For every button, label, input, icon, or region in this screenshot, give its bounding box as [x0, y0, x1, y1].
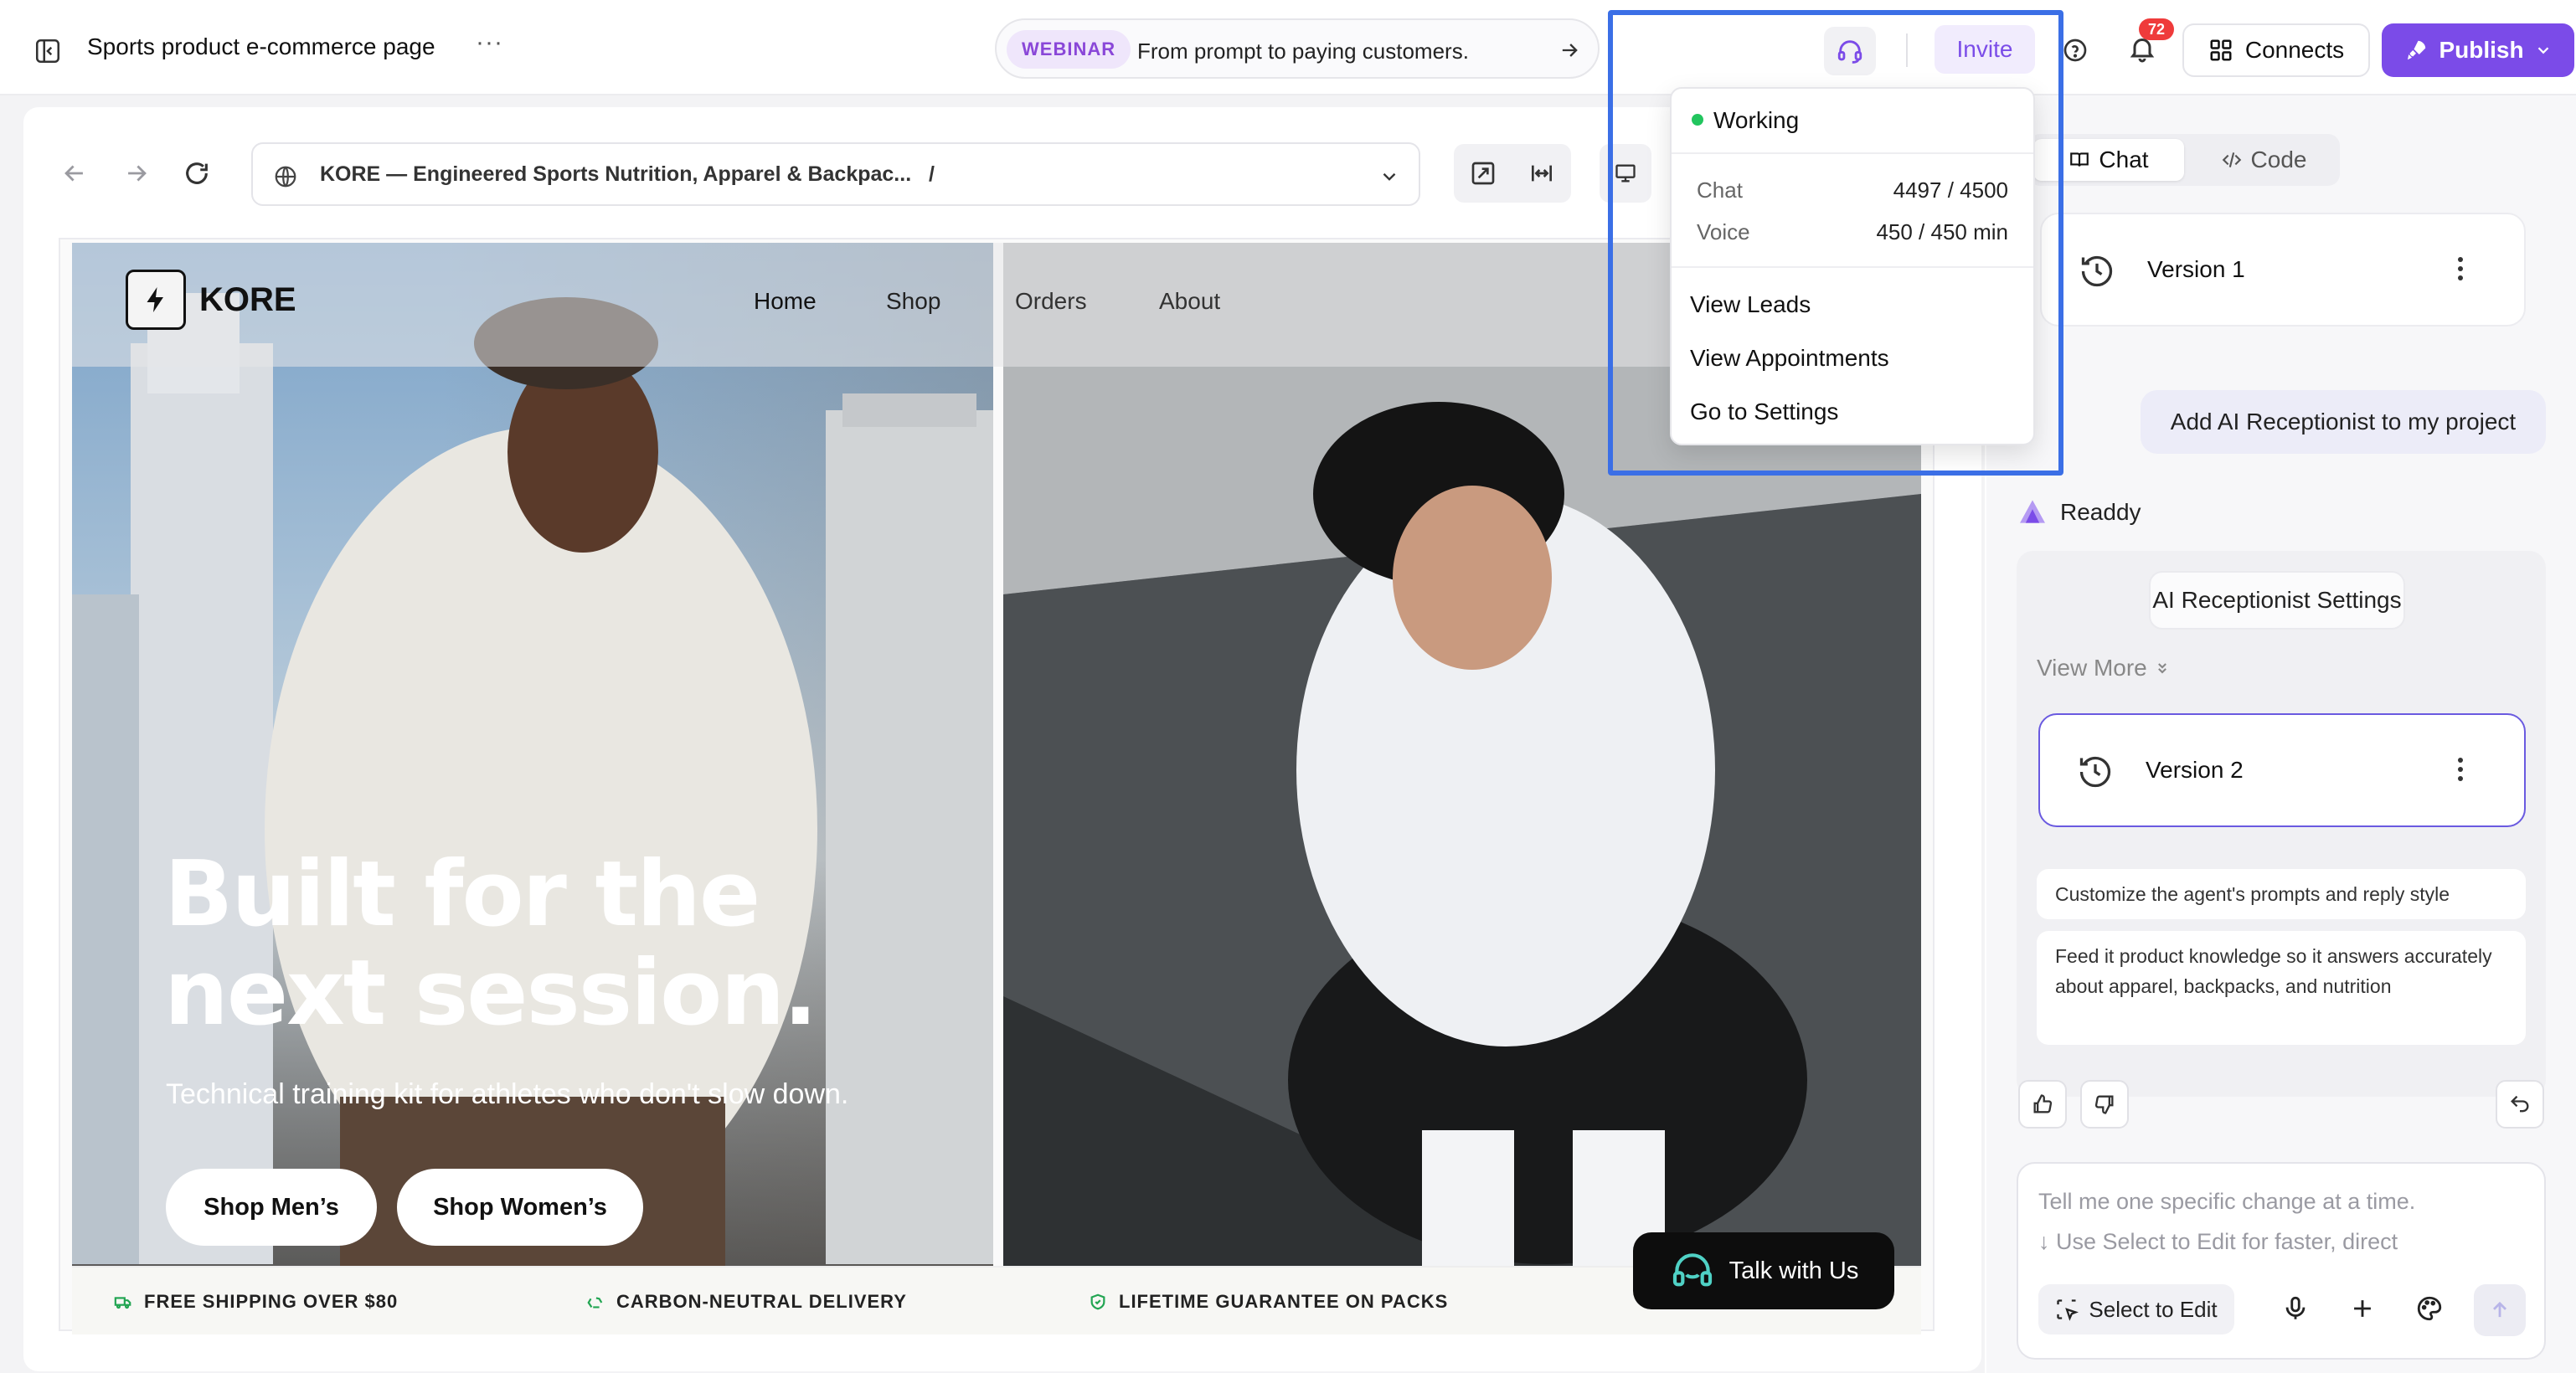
- undo-icon: [2511, 1095, 2529, 1113]
- url-path: /: [928, 162, 935, 186]
- microphone-icon[interactable]: [2281, 1294, 2310, 1323]
- palette-icon[interactable]: [2415, 1294, 2444, 1323]
- hero-subtitle: Technical training kit for athletes who …: [166, 1078, 849, 1110]
- feature-delivery-label: CARBON-NEUTRAL DELIVERY: [616, 1291, 907, 1312]
- feature-guarantee-label: LIFETIME GUARANTEE ON PACKS: [1119, 1291, 1449, 1312]
- talk-with-us-label: Talk with Us: [1728, 1257, 1859, 1284]
- send-button[interactable]: [2474, 1284, 2526, 1336]
- feature-shipping: FREE SHIPPING OVER $80: [114, 1291, 398, 1313]
- connects-button[interactable]: Connects: [2182, 23, 2370, 77]
- more-vertical-icon[interactable]: [2457, 757, 2464, 782]
- hero-image-left: [72, 243, 993, 1269]
- suggestion-chip[interactable]: Feed it product knowledge so it answers …: [2037, 931, 2526, 1045]
- tab-code-label: Code: [2250, 147, 2307, 172]
- view-more-button[interactable]: View More: [2037, 655, 2171, 681]
- sidebar-toggle-icon[interactable]: [33, 37, 62, 65]
- brand-name[interactable]: KORE: [199, 281, 296, 319]
- url-text: KORE — Engineered Sports Nutrition, Appa…: [320, 162, 1149, 187]
- grid-icon: [2210, 39, 2232, 61]
- version-card-2[interactable]: Version 2: [2038, 713, 2526, 827]
- cursor-select-icon: [2057, 1299, 2079, 1321]
- help-icon[interactable]: [2062, 37, 2089, 64]
- fit-width-icon[interactable]: [1528, 160, 1555, 187]
- view-controls: [1454, 144, 1571, 203]
- truck-icon: [114, 1297, 131, 1309]
- recycle-icon: [587, 1297, 603, 1309]
- shield-check-icon: [1090, 1293, 1105, 1310]
- site-nav-home[interactable]: Home: [754, 288, 817, 315]
- tab-chat-label: Chat: [2099, 147, 2149, 172]
- connects-label: Connects: [2244, 37, 2345, 63]
- composer-placeholder[interactable]: Tell me one specific change at a time.: [2038, 1189, 2415, 1215]
- notification-badge: 72: [2139, 18, 2174, 40]
- webinar-banner[interactable]: WEBINAR From prompt to paying customers.: [995, 18, 1600, 79]
- site-nav-orders[interactable]: Orders: [1015, 288, 1087, 315]
- more-horizontal-icon[interactable]: ···: [476, 30, 503, 55]
- thumbs-up-icon: [2033, 1094, 2053, 1113]
- reload-icon[interactable]: [183, 159, 211, 188]
- url-bar[interactable]: KORE — Engineered Sports Nutrition, Appa…: [251, 142, 1420, 206]
- code-icon: [2222, 152, 2241, 167]
- assistant-name: Readdy: [2060, 499, 2141, 525]
- version-label: Version 1: [2147, 256, 2245, 282]
- url-page-title: KORE — Engineered Sports Nutrition, Appa…: [320, 162, 912, 186]
- shop-women-button[interactable]: Shop Women’s: [397, 1169, 643, 1246]
- globe-icon: [273, 164, 298, 189]
- undo-button[interactable]: [2496, 1080, 2544, 1129]
- panel-tabs: Chat Code: [2028, 134, 2340, 186]
- webinar-badge: WEBINAR: [1007, 30, 1131, 69]
- chevron-down-icon: [2537, 47, 2548, 54]
- chevrons-down-icon: [2157, 663, 2166, 674]
- composer-placeholder-hint[interactable]: ↓ Use Select to Edit for faster, direct: [2038, 1229, 2398, 1255]
- webinar-text: From prompt to paying customers.: [1137, 39, 1469, 64]
- feature-guarantee: LIFETIME GUARANTEE ON PACKS: [1089, 1291, 1448, 1313]
- chevron-down-icon[interactable]: [1378, 166, 1400, 188]
- thumbs-up-button[interactable]: [2018, 1080, 2067, 1129]
- arrow-up-icon: [2493, 1301, 2506, 1318]
- feature-delivery: CARBON-NEUTRAL DELIVERY: [586, 1291, 907, 1313]
- kore-logo-icon[interactable]: [126, 270, 186, 330]
- rocket-icon: [2408, 40, 2426, 60]
- shop-men-button[interactable]: Shop Men’s: [166, 1169, 377, 1246]
- tab-code[interactable]: Code: [2192, 139, 2335, 181]
- feature-shipping-label: FREE SHIPPING OVER $80: [144, 1291, 399, 1312]
- hero-title: Built for the next session.: [164, 842, 817, 1046]
- user-message: Add AI Receptionist to my project: [2141, 390, 2546, 454]
- talk-with-us-button[interactable]: Talk with Us: [1633, 1232, 1894, 1309]
- thumbs-down-icon: [2094, 1095, 2114, 1114]
- highlight-outline: [1608, 10, 2063, 476]
- forward-arrow-icon[interactable]: [122, 159, 151, 188]
- page-title: Sports product e-commerce page: [87, 33, 435, 59]
- version-card-1[interactable]: Version 1: [2040, 213, 2526, 327]
- publish-button[interactable]: Publish: [2382, 23, 2574, 77]
- site-nav-about[interactable]: About: [1159, 288, 1220, 315]
- select-to-edit-button[interactable]: Select to Edit: [2038, 1284, 2234, 1334]
- headset-icon: [1672, 1253, 1712, 1287]
- version-label: Version 2: [2146, 757, 2244, 783]
- view-more-label: View More: [2037, 655, 2147, 681]
- suggestion-chip[interactable]: Customize the agent's prompts and reply …: [2037, 869, 2526, 919]
- thumbs-down-button[interactable]: [2080, 1080, 2129, 1129]
- back-arrow-icon[interactable]: [60, 159, 89, 188]
- publish-label: Publish: [2439, 37, 2524, 63]
- history-icon: [2077, 753, 2114, 790]
- expand-icon[interactable]: [1470, 160, 1497, 187]
- more-vertical-icon[interactable]: [2457, 256, 2464, 281]
- readdy-logo-icon: [2018, 499, 2047, 524]
- site-nav-shop[interactable]: Shop: [886, 288, 940, 315]
- ai-receptionist-settings-button[interactable]: AI Receptionist Settings: [2149, 571, 2405, 630]
- select-to-edit-label: Select to Edit: [2089, 1296, 2218, 1322]
- arrow-right-icon: [1558, 39, 1581, 62]
- history-icon: [2079, 253, 2115, 290]
- plus-icon[interactable]: [2348, 1294, 2377, 1323]
- book-icon: [2070, 152, 2089, 167]
